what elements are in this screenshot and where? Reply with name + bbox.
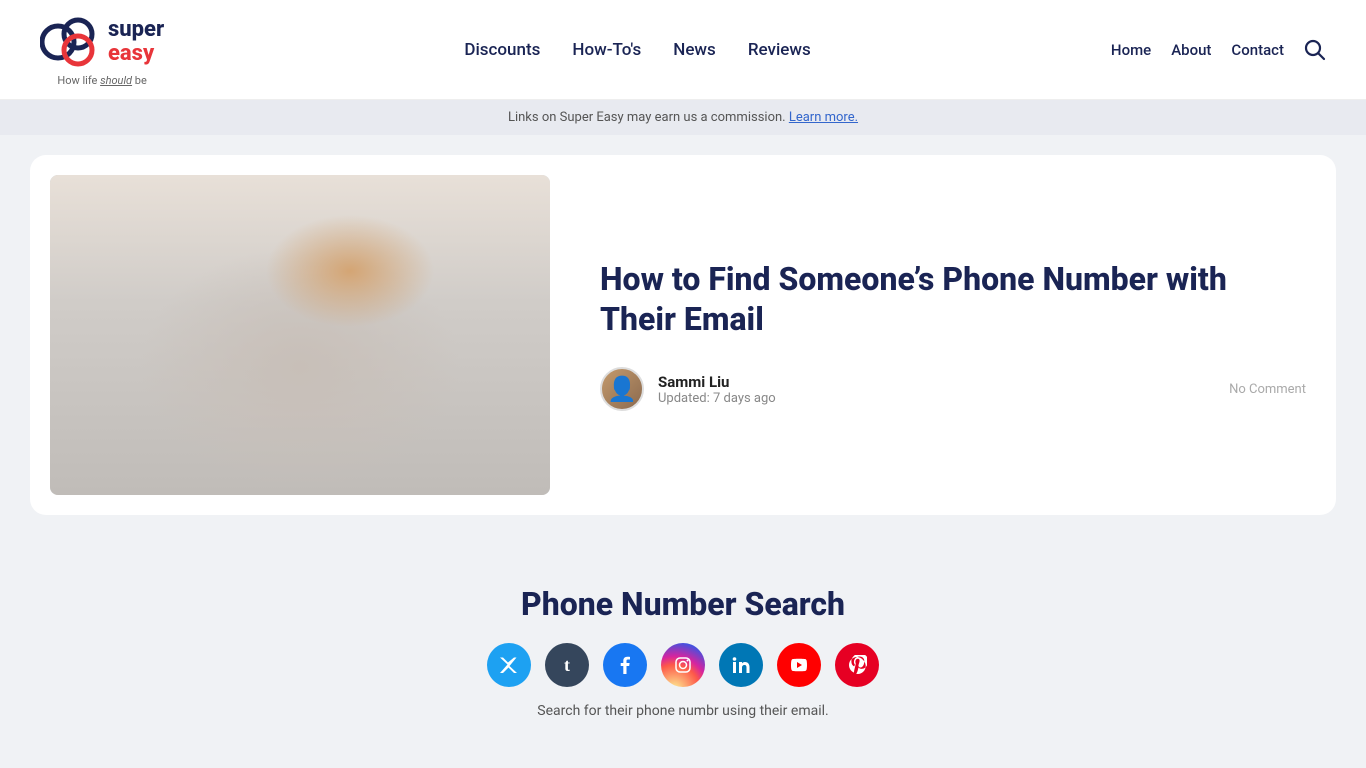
instagram-icon[interactable] xyxy=(661,643,705,687)
right-navigation: Home About Contact xyxy=(1111,39,1326,61)
phone-search-box: Phone Number Search t Sear xyxy=(313,545,1053,749)
tumblr-icon[interactable]: t xyxy=(545,643,589,687)
logo-tagline: How life should be xyxy=(57,74,146,87)
content-section: Phone Number Search t Sear xyxy=(30,545,1336,749)
author-name: Sammi Liu xyxy=(658,373,776,391)
commission-text: Links on Super Easy may earn us a commis… xyxy=(508,110,789,125)
article-image xyxy=(50,175,550,495)
nav-reviews[interactable]: Reviews xyxy=(748,40,811,60)
nav-howtos[interactable]: How-To's xyxy=(572,40,641,60)
twitter-icon[interactable] xyxy=(487,643,531,687)
article-card: How to Find Someone’s Phone Number with … xyxy=(30,155,1336,515)
commission-bar: Links on Super Easy may earn us a commis… xyxy=(0,100,1366,135)
search-button[interactable] xyxy=(1304,39,1326,61)
nav-home[interactable]: Home xyxy=(1111,41,1151,59)
comment-count: No Comment xyxy=(1229,382,1306,397)
author-avatar xyxy=(600,367,644,411)
logo-super-text: super xyxy=(108,17,164,42)
main-navigation: Discounts How-To's News Reviews xyxy=(464,40,810,60)
article-content: How to Find Someone’s Phone Number with … xyxy=(590,239,1316,431)
learn-more-link[interactable]: Learn more. xyxy=(789,110,858,125)
linkedin-icon[interactable] xyxy=(719,643,763,687)
nav-about[interactable]: About xyxy=(1171,41,1211,59)
author-row: Sammi Liu Updated: 7 days ago No Comment xyxy=(600,367,1306,411)
nav-discounts[interactable]: Discounts xyxy=(464,40,540,60)
nav-contact[interactable]: Contact xyxy=(1231,41,1284,59)
phone-search-title: Phone Number Search xyxy=(333,585,1033,623)
search-icon xyxy=(1304,39,1326,61)
social-icons-row: t xyxy=(333,643,1033,687)
phone-search-description: Search for their phone numbr using their… xyxy=(333,703,1033,719)
nav-news[interactable]: News xyxy=(673,40,716,60)
article-image-placeholder xyxy=(50,175,550,495)
pinterest-icon[interactable] xyxy=(835,643,879,687)
logo-easy-text: easy xyxy=(108,41,154,66)
author-meta: Sammi Liu Updated: 7 days ago xyxy=(658,373,776,406)
article-image-svg xyxy=(50,175,550,495)
logo-icon xyxy=(40,12,100,72)
youtube-icon[interactable] xyxy=(777,643,821,687)
author-info: Sammi Liu Updated: 7 days ago xyxy=(600,367,776,411)
facebook-icon[interactable] xyxy=(603,643,647,687)
article-title: How to Find Someone’s Phone Number with … xyxy=(600,259,1306,339)
site-header: super easy How life should be Discounts … xyxy=(0,0,1366,100)
author-date: Updated: 7 days ago xyxy=(658,391,776,406)
site-logo[interactable]: super easy How life should be xyxy=(40,12,164,87)
